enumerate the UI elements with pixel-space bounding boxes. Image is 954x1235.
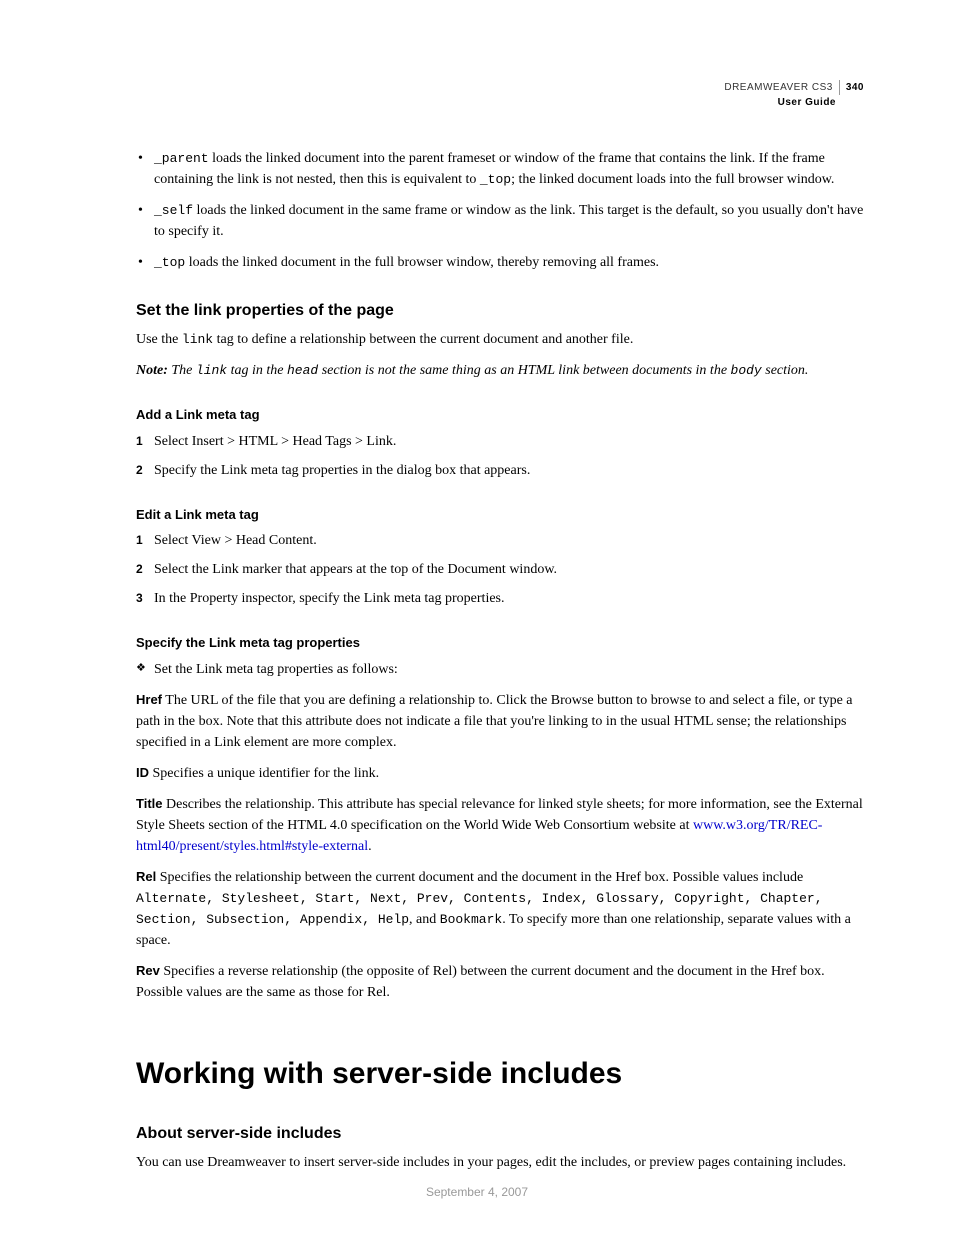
- subsection-add-link-meta: Add a Link meta tag: [136, 405, 864, 425]
- code-top: _top: [154, 255, 185, 270]
- code-top: _top: [480, 172, 511, 187]
- def-href: Href The URL of the file that you are de…: [136, 690, 864, 753]
- def-title: Title Describes the relationship. This a…: [136, 794, 864, 857]
- note-label: Note:: [136, 363, 168, 378]
- list-item: _top loads the linked document in the fu…: [136, 252, 864, 273]
- def-id: ID Specifies a unique identifier for the…: [136, 763, 864, 784]
- def-rel: Rel Specifies the relationship between t…: [136, 867, 864, 951]
- list-item: 1Select View > Head Content.: [136, 530, 864, 551]
- guide-label: User Guide: [724, 95, 864, 110]
- diamond-lead: Set the Link meta tag properties as foll…: [136, 659, 864, 680]
- section-set-link-properties: Set the link properties of the page: [136, 299, 864, 323]
- code-self: _self: [154, 203, 193, 218]
- target-values-list: _parent loads the linked document into t…: [136, 148, 864, 273]
- subsection-specify-properties: Specify the Link meta tag properties: [136, 633, 864, 653]
- section-about-ssi: About server-side includes: [136, 1122, 864, 1146]
- page-header: DREAMWEAVER CS3 340 User Guide: [724, 80, 864, 110]
- intro-paragraph: Use the link tag to define a relationshi…: [136, 329, 864, 350]
- list-item: 3In the Property inspector, specify the …: [136, 588, 864, 609]
- steps-add: 1Select Insert > HTML > Head Tags > Link…: [136, 431, 864, 481]
- subsection-edit-link-meta: Edit a Link meta tag: [136, 505, 864, 525]
- list-item: 2Select the Link marker that appears at …: [136, 559, 864, 580]
- page-number: 340: [839, 80, 864, 95]
- steps-edit: 1Select View > Head Content. 2Select the…: [136, 530, 864, 609]
- list-item: _parent loads the linked document into t…: [136, 148, 864, 190]
- footer-date: September 4, 2007: [0, 1183, 954, 1201]
- def-rev: Rev Specifies a reverse relationship (th…: [136, 961, 864, 1003]
- note: Note: The link tag in the head section i…: [136, 360, 864, 381]
- code-parent: _parent: [154, 151, 209, 166]
- about-paragraph: You can use Dreamweaver to insert server…: [136, 1152, 864, 1173]
- heading-server-side-includes: Working with server-side includes: [136, 1051, 864, 1096]
- product-name: DREAMWEAVER CS3: [724, 80, 832, 95]
- list-item: 2Specify the Link meta tag properties in…: [136, 460, 864, 481]
- list-item: 1Select Insert > HTML > Head Tags > Link…: [136, 431, 864, 452]
- list-item: _self loads the linked document in the s…: [136, 200, 864, 242]
